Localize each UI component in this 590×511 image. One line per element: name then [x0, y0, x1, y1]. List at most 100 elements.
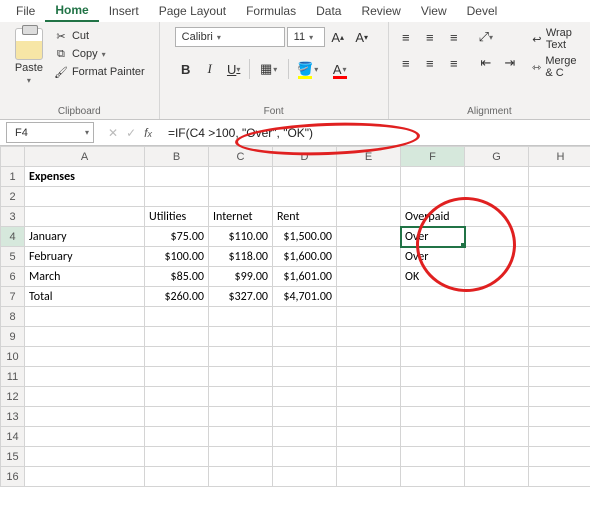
menu-formulas[interactable]: Formulas	[236, 1, 306, 21]
col-head-D[interactable]: D	[273, 147, 337, 167]
cell-G2[interactable]	[465, 187, 529, 207]
cell-H7[interactable]	[529, 287, 590, 307]
cell-B1[interactable]	[145, 167, 209, 187]
increase-indent-button[interactable]: ⇥	[499, 52, 521, 74]
fill-color-button[interactable]: 🪣 ▾	[293, 58, 323, 80]
row-head-4[interactable]: 4	[1, 227, 25, 247]
cell-F1[interactable]	[401, 167, 465, 187]
fx-icon[interactable]: fx	[144, 126, 152, 140]
row-head-8[interactable]: 8	[1, 307, 25, 327]
cell-H4[interactable]	[529, 227, 590, 247]
cell-E2[interactable]	[337, 187, 401, 207]
format-painter-button[interactable]: 🖌 Format Painter	[51, 64, 148, 80]
row-head-16[interactable]: 16	[1, 467, 25, 487]
copy-button[interactable]: ⧉ Copy ▾	[51, 46, 148, 62]
name-box[interactable]: F4 ▾	[6, 122, 94, 143]
cell-A1[interactable]: Expenses	[25, 167, 145, 187]
underline-button[interactable]: U▾	[223, 58, 245, 80]
cell-B5[interactable]: $100.00	[145, 247, 209, 267]
cell-H3[interactable]	[529, 207, 590, 227]
borders-button[interactable]: ▦▾	[254, 58, 284, 80]
cell-E1[interactable]	[337, 167, 401, 187]
cell-C1[interactable]	[209, 167, 273, 187]
cell-F4[interactable]: Over	[401, 227, 465, 247]
cell-D1[interactable]	[273, 167, 337, 187]
cell-D6[interactable]: $1,601.00	[273, 267, 337, 287]
align-middle-button[interactable]: ≡	[419, 26, 441, 48]
cell-F3[interactable]: Overpaid	[401, 207, 465, 227]
decrease-indent-button[interactable]: ⇤	[475, 52, 497, 74]
cell-A3[interactable]	[25, 207, 145, 227]
cell-D2[interactable]	[273, 187, 337, 207]
cell-A4[interactable]: January	[25, 227, 145, 247]
row-head-11[interactable]: 11	[1, 367, 25, 387]
bold-button[interactable]: B	[175, 58, 197, 80]
enter-icon[interactable]: ✓	[126, 126, 136, 140]
cell-G5[interactable]	[465, 247, 529, 267]
cell-H1[interactable]	[529, 167, 590, 187]
cell-E7[interactable]	[337, 287, 401, 307]
cell-E3[interactable]	[337, 207, 401, 227]
cell-D5[interactable]: $1,600.00	[273, 247, 337, 267]
align-right-button[interactable]: ≡	[443, 52, 465, 74]
font-size-select[interactable]: 11 ▾	[287, 27, 325, 47]
col-head-G[interactable]: G	[465, 147, 529, 167]
cell-D3[interactable]: Rent	[273, 207, 337, 227]
menu-home[interactable]: Home	[45, 0, 98, 22]
col-head-H[interactable]: H	[529, 147, 590, 167]
cell-B6[interactable]: $85.00	[145, 267, 209, 287]
menu-insert[interactable]: Insert	[99, 1, 149, 21]
paste-button[interactable]: Paste ▾	[11, 26, 47, 87]
cell-C4[interactable]: $110.00	[209, 227, 273, 247]
row-head-3[interactable]: 3	[1, 207, 25, 227]
menu-page-layout[interactable]: Page Layout	[149, 1, 236, 21]
select-all-cell[interactable]	[1, 147, 25, 167]
align-top-button[interactable]: ≡	[395, 26, 417, 48]
font-color-button[interactable]: A ▾	[325, 58, 355, 80]
cell-C6[interactable]: $99.00	[209, 267, 273, 287]
col-head-B[interactable]: B	[145, 147, 209, 167]
orientation-button[interactable]: ⤢▾	[475, 26, 497, 48]
cell-B2[interactable]	[145, 187, 209, 207]
cell-A2[interactable]	[25, 187, 145, 207]
cell-F5[interactable]: Over	[401, 247, 465, 267]
merge-center-button[interactable]: ⇿ Merge & C	[529, 54, 584, 80]
row-head-12[interactable]: 12	[1, 387, 25, 407]
col-head-C[interactable]: C	[209, 147, 273, 167]
menu-file[interactable]: File	[6, 1, 45, 21]
cell-F7[interactable]	[401, 287, 465, 307]
increase-font-button[interactable]: A▴	[327, 26, 349, 48]
row-head-2[interactable]: 2	[1, 187, 25, 207]
font-name-select[interactable]: Calibri ▾	[175, 27, 285, 47]
menu-view[interactable]: View	[411, 1, 457, 21]
cell-D4[interactable]: $1,500.00	[273, 227, 337, 247]
cell-B3[interactable]: Utilities	[145, 207, 209, 227]
cell-F6[interactable]: OK	[401, 267, 465, 287]
cancel-icon[interactable]: ✕	[108, 126, 118, 140]
cell-E5[interactable]	[337, 247, 401, 267]
menu-data[interactable]: Data	[306, 1, 351, 21]
cell-A7[interactable]: Total	[25, 287, 145, 307]
cell-F2[interactable]	[401, 187, 465, 207]
cell-G6[interactable]	[465, 267, 529, 287]
row-head-5[interactable]: 5	[1, 247, 25, 267]
cell-C7[interactable]: $327.00	[209, 287, 273, 307]
cell-B7[interactable]: $260.00	[145, 287, 209, 307]
cell-C2[interactable]	[209, 187, 273, 207]
italic-button[interactable]: I	[199, 58, 221, 80]
row-head-14[interactable]: 14	[1, 427, 25, 447]
cell-B4[interactable]: $75.00	[145, 227, 209, 247]
cell-C3[interactable]: Internet	[209, 207, 273, 227]
cell-E4[interactable]	[337, 227, 401, 247]
align-bottom-button[interactable]: ≡	[443, 26, 465, 48]
cell-C5[interactable]: $118.00	[209, 247, 273, 267]
cell-A6[interactable]: March	[25, 267, 145, 287]
col-head-A[interactable]: A	[25, 147, 145, 167]
cell-D7[interactable]: $4,701.00	[273, 287, 337, 307]
cell-H6[interactable]	[529, 267, 590, 287]
row-head-6[interactable]: 6	[1, 267, 25, 287]
row-head-15[interactable]: 15	[1, 447, 25, 467]
cell-H2[interactable]	[529, 187, 590, 207]
formula-input[interactable]	[162, 120, 590, 145]
menu-developer[interactable]: Devel	[457, 1, 508, 21]
